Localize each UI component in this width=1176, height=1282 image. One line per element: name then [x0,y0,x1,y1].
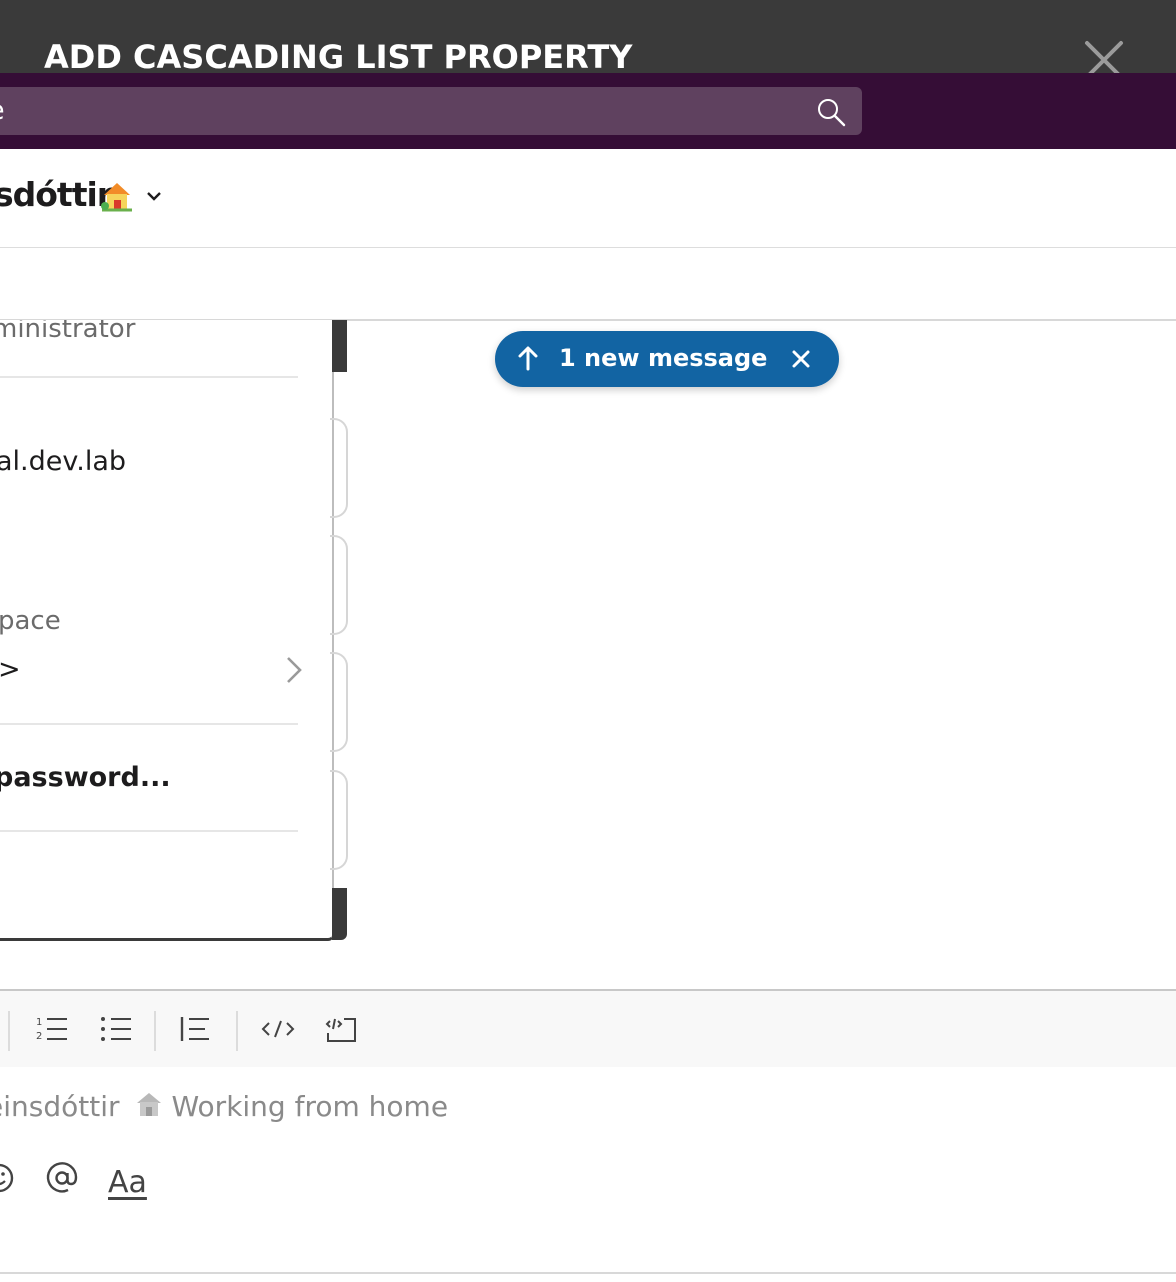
text-formatting-toggle[interactable]: Aa [108,1165,147,1200]
house-icon [101,183,132,212]
change-password-item[interactable]: password... [0,762,171,793]
role-text: ministrator [0,320,136,344]
domain-text: al.dev.lab [0,446,127,477]
toolbar-separator [8,1011,10,1051]
footer-bar [0,1226,1176,1274]
message-edge [330,770,348,870]
divider [0,830,298,832]
profile-panel: ministrator al.dev.lab pace > password..… [0,320,334,941]
placeholder-status: Working from home [171,1090,449,1123]
close-icon[interactable] [787,345,815,373]
channel-name[interactable]: sdóttir [0,175,113,214]
new-message-label: 1 new message [559,344,768,372]
section-label: pace [0,606,61,636]
toolbar-separator [154,1011,156,1051]
scrollbar-top[interactable] [332,320,347,372]
new-message-pill[interactable]: 1 new message [495,331,839,387]
channel-subbar [0,248,1176,321]
toolbar-separator [236,1011,238,1051]
formatting-toolbar: 1 2 [0,991,1176,1067]
code-block-icon[interactable] [324,1013,360,1045]
modal-title: ADD CASCADING LIST PROPERTY [44,38,633,76]
mention-icon[interactable] [44,1161,80,1195]
message-edge [330,535,348,635]
workspace-topbar: e [0,73,1176,149]
channel-header: sdóttir [0,149,1176,248]
search-text: e [0,95,5,126]
house-icon [136,1093,161,1116]
bulleted-list-icon[interactable] [98,1013,134,1045]
code-icon[interactable] [260,1013,296,1045]
arrow-up-icon [518,346,538,371]
message-composer: 1 2 einsdóttir Working from home [0,989,1176,1229]
svg-text:1: 1 [36,1017,42,1028]
placeholder-name: einsdóttir [0,1090,120,1123]
search-input[interactable]: e [0,87,862,135]
numbered-list-icon[interactable]: 1 2 [34,1013,70,1045]
divider [0,376,298,378]
search-icon[interactable] [816,97,846,127]
scrollbar-bottom[interactable] [332,888,347,940]
emoji-icon[interactable] [0,1161,16,1195]
composer-placeholder[interactable]: einsdóttir Working from home [0,1089,448,1123]
divider [0,723,298,725]
chevron-down-icon[interactable] [146,188,162,204]
svg-text:2: 2 [36,1031,42,1042]
section-value[interactable]: > [0,654,21,685]
message-edge [330,418,348,518]
blockquote-icon[interactable] [178,1013,214,1045]
message-edge [330,652,348,752]
modal-header: ADD CASCADING LIST PROPERTY [0,0,1176,79]
chevron-right-icon[interactable] [284,656,304,684]
